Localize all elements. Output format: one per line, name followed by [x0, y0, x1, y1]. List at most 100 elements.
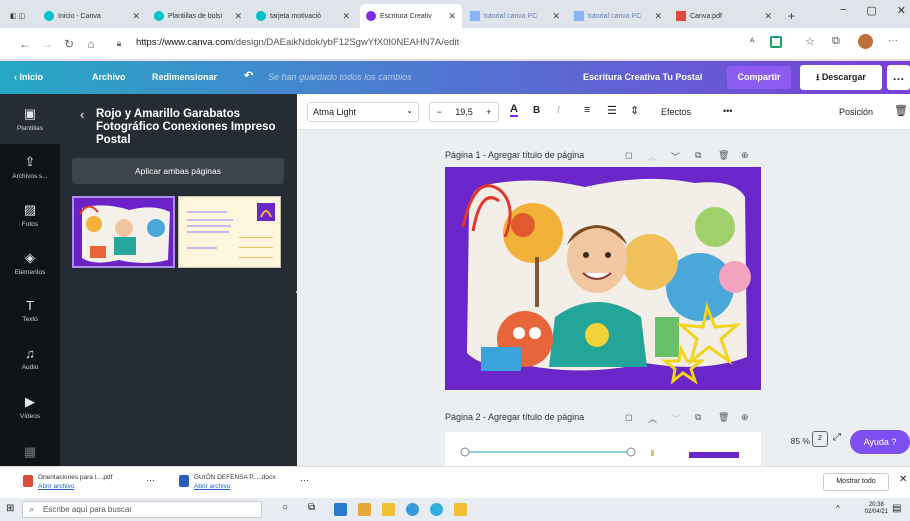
favorites-icon[interactable]: ☆ [805, 35, 815, 48]
maximize-icon[interactable]: ▢ [866, 4, 876, 17]
tab-close-icon[interactable]: ✕ [654, 11, 662, 22]
page-down-icon[interactable]: ﹀ [671, 150, 680, 163]
download-item[interactable]: Orientaciones para l....pdf Abrir archiv… [23, 473, 112, 491]
browser-tab[interactable]: Canva.pdf ✕ [670, 4, 778, 28]
page-down-icon[interactable]: ﹀ [671, 412, 680, 425]
browser-app-icon[interactable] [406, 503, 419, 516]
open-file-link[interactable]: Abrir archivo [194, 482, 276, 491]
forward-arrow-icon[interactable]: → [36, 37, 58, 51]
show-all-downloads-button[interactable]: Mostrar todo [823, 473, 889, 491]
page-up-icon[interactable]: ︿ [648, 150, 657, 163]
tab-close-icon[interactable]: ✕ [234, 11, 242, 22]
fullscreen-icon[interactable]: ⤢ [833, 432, 841, 443]
list-icon[interactable]: ☰ [607, 104, 617, 117]
rail-item-more[interactable]: ▦ [0, 444, 60, 463]
rail-item-elements[interactable]: ◈ Elementos [0, 250, 60, 276]
notifications-icon[interactable]: ▤ [892, 503, 901, 514]
home-back-button[interactable]: ‹ Inicio [14, 72, 43, 82]
taskbar-search-input[interactable]: ⌕ Escribe aquí para buscar [22, 501, 262, 518]
minimize-icon[interactable]: − [840, 4, 846, 17]
tab-close-icon[interactable]: ✕ [764, 11, 772, 22]
resize-button[interactable]: Redimensionar [152, 72, 217, 82]
duplicate-page-icon[interactable]: ⧉ [695, 412, 701, 423]
file-explorer-icon[interactable] [358, 503, 371, 516]
design-title[interactable]: Escritura Creativa Tu Postal [583, 72, 702, 82]
download-button[interactable]: ⭳ Descargar [800, 65, 882, 90]
font-family-select[interactable]: Atma Light ⌄ [307, 102, 419, 122]
rail-item-videos[interactable]: ▶ Vídeos [0, 394, 60, 420]
edge-app-icon[interactable] [334, 503, 347, 516]
close-downloads-icon[interactable]: ✕ [899, 474, 907, 485]
tab-close-icon[interactable]: ✕ [132, 11, 140, 22]
template-thumbnail-front[interactable] [72, 196, 175, 268]
template-thumbnail-back[interactable] [178, 196, 281, 268]
download-options-icon[interactable]: ··· [300, 475, 309, 485]
browser-tab[interactable]: Inicio - Canva ✕ [38, 4, 146, 28]
apply-both-pages-button[interactable]: Aplicar ambas páginas [72, 158, 284, 184]
bold-button[interactable]: B [533, 105, 540, 116]
page-2-title[interactable]: Página 2 - Agregar título de página [445, 412, 584, 422]
download-options-icon[interactable]: ··· [146, 475, 155, 485]
page-notes-icon[interactable]: ◻︎ [625, 412, 632, 423]
rail-item-uploads[interactable]: ⇪ Archivos s... [0, 154, 60, 180]
cortana-icon[interactable]: ○ [282, 502, 288, 513]
page-2-design[interactable] [445, 432, 761, 466]
tab-close-icon[interactable]: ✕ [552, 11, 560, 22]
home-icon[interactable]: ⌂ [80, 37, 102, 51]
more-toolbar-button[interactable]: ••• [723, 106, 732, 116]
add-page-icon[interactable]: ⊕ [741, 150, 749, 161]
close-window-icon[interactable]: ✕ [897, 4, 906, 17]
page-1-title[interactable]: Página 1 - Agregar título de página [445, 150, 584, 160]
browser-tab-active[interactable]: Escritura Creativ ✕ [360, 4, 462, 28]
download-item[interactable]: GUIÓN DEFENSA P.....docx Abrir archivo [179, 473, 276, 491]
rail-item-templates[interactable]: ▣ Plantillas [0, 94, 60, 144]
duplicate-page-icon[interactable]: ⧉ [695, 150, 701, 161]
chrome-app-icon[interactable] [430, 503, 443, 516]
undo-icon[interactable]: ↶ [244, 69, 253, 82]
text-color-button[interactable]: A [510, 104, 518, 117]
new-tab-button[interactable]: + [782, 4, 800, 28]
tab-close-icon[interactable]: ✕ [342, 11, 350, 22]
position-button[interactable]: Posición [839, 107, 873, 117]
lock-icon[interactable]: 🔒︎ [108, 38, 130, 49]
reload-icon[interactable]: ↻ [58, 37, 80, 51]
delete-page-icon[interactable]: 🗑︎ [718, 150, 729, 161]
font-size-stepper[interactable]: − 19,5 + [429, 102, 499, 122]
window-menu-icon[interactable]: ◧ ◫ [4, 4, 34, 28]
page-1-design[interactable] [445, 167, 761, 390]
task-view-icon[interactable]: ⧉ [308, 502, 315, 513]
browser-tab[interactable]: tarjeta motivació ✕ [250, 4, 356, 28]
collections-icon[interactable]: ⧉ [832, 35, 840, 48]
share-button[interactable]: Compartir [727, 66, 791, 89]
more-options-button[interactable]: … [887, 65, 910, 90]
align-left-icon[interactable]: ≡ [584, 104, 590, 116]
folder-app-icon[interactable] [382, 503, 395, 516]
browser-menu-icon[interactable]: ··· [888, 35, 898, 46]
tray-expand-icon[interactable]: ^ [836, 504, 840, 513]
add-page-icon[interactable]: ⊕ [741, 412, 749, 423]
extension-icon[interactable] [770, 36, 782, 48]
profile-avatar[interactable] [858, 34, 873, 49]
url-field[interactable]: https://www.canva.com/design/DAEaikNdok/… [136, 37, 459, 48]
rail-item-text[interactable]: T Texto [0, 298, 60, 323]
page-notes-icon[interactable]: ◻︎ [625, 150, 632, 161]
font-size-value[interactable]: 19,5 [455, 107, 473, 117]
open-file-link[interactable]: Abrir archivo [38, 482, 112, 491]
help-button[interactable]: Ayuda ? [850, 430, 910, 454]
browser-tab[interactable]: Plantillas de bolsi ✕ [148, 4, 248, 28]
trash-icon[interactable]: 🗑︎ [894, 104, 908, 117]
rail-item-photos[interactable]: ▨ Fotos [0, 202, 60, 228]
back-arrow-icon[interactable]: ← [14, 37, 36, 51]
page-count-button[interactable]: 2 [812, 431, 828, 447]
increase-size-button[interactable]: + [486, 107, 491, 117]
read-aloud-icon[interactable]: ᴬ [750, 37, 755, 48]
effects-button[interactable]: Efectos [661, 107, 691, 117]
decrease-size-button[interactable]: − [437, 107, 442, 117]
line-spacing-icon[interactable]: ⇕ [630, 104, 639, 117]
page-up-icon[interactable]: ︿ [648, 412, 657, 425]
browser-tab[interactable]: tutorial canva PC ✕ [464, 4, 566, 28]
notes-app-icon[interactable] [454, 503, 467, 516]
windows-start-icon[interactable]: ⊞ [6, 503, 14, 514]
file-menu-button[interactable]: Archivo [92, 72, 126, 82]
browser-tab[interactable]: tutorial canva PC ✕ [568, 4, 668, 28]
